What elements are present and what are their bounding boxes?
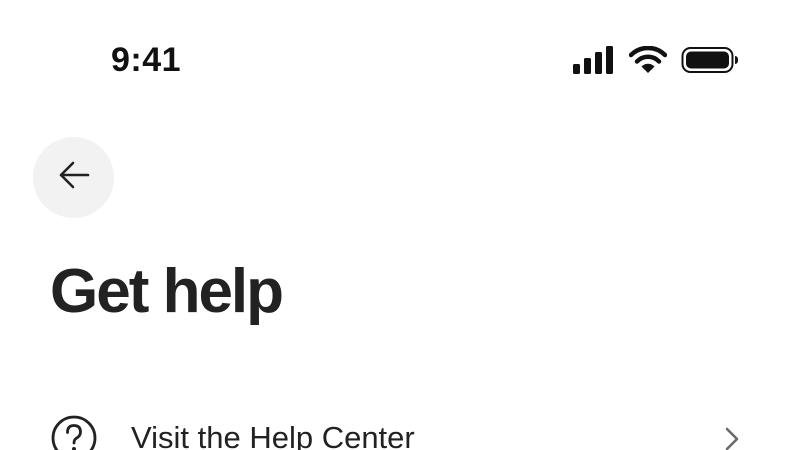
back-button[interactable] [33, 137, 114, 218]
arrow-left-icon [57, 160, 91, 195]
help-center-item[interactable]: Visit the Help Center [50, 408, 750, 450]
help-center-label: Visit the Help Center [131, 420, 415, 450]
status-time: 9:41 [111, 41, 182, 79]
status-icons [573, 42, 739, 78]
chevron-right-icon [722, 425, 742, 450]
wifi-icon [629, 46, 667, 74]
status-bar: 9:41 [0, 0, 800, 120]
battery-icon [681, 46, 739, 74]
signal-icon [573, 46, 615, 74]
question-circle-icon [50, 414, 98, 450]
page-title: Get help [50, 257, 284, 326]
